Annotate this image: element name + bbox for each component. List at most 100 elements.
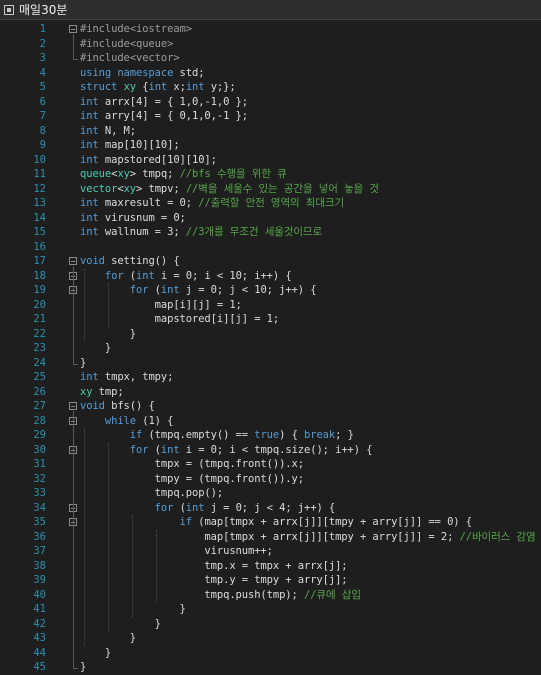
collapse-toggle-icon[interactable] xyxy=(69,25,77,33)
code-line[interactable]: 24} xyxy=(0,356,541,371)
code-line[interactable]: 16 xyxy=(0,240,541,255)
code-text[interactable]: tmp.y = tmpy + arry[j]; xyxy=(80,573,347,588)
code-line[interactable]: 15 int wallnum = 3; //3개를 무조건 세울것이므로 xyxy=(0,225,541,240)
code-line[interactable]: 44 } xyxy=(0,646,541,661)
code-text[interactable]: struct xy {int x;int y;}; xyxy=(80,80,236,95)
code-text[interactable]: map[tmpx + arrx[j]][tmpy + arry[j]] = 2;… xyxy=(80,530,535,545)
code-line[interactable]: 28 while (1) { xyxy=(0,414,541,429)
code-editor[interactable]: 1 #include<iostream> 2 #include<queue> 3 #inc… xyxy=(0,20,541,675)
code-text[interactable]: map[i][j] = 1; xyxy=(80,298,242,313)
code-text[interactable]: tmp.x = tmpx + arrx[j]; xyxy=(80,559,347,574)
code-line[interactable]: 13 int maxresult = 0; //출력할 안전 영역의 최대크기 xyxy=(0,196,541,211)
code-line[interactable]: 45} xyxy=(0,660,541,675)
code-text[interactable]: xy tmp; xyxy=(80,385,124,400)
code-text[interactable]: int arry[4] = { 0,1,0,-1 }; xyxy=(80,109,248,124)
code-line[interactable]: 7 int arry[4] = { 0,1,0,-1 }; xyxy=(0,109,541,124)
code-line[interactable]: 38 tmp.x = tmpx + arrx[j]; xyxy=(0,559,541,574)
code-text[interactable]: #include<vector> xyxy=(80,51,180,66)
code-text[interactable]: } xyxy=(80,660,86,675)
code-line[interactable]: 42 } xyxy=(0,617,541,632)
code-line[interactable]: 27 void bfs() { xyxy=(0,399,541,414)
code-text[interactable]: int mapstored[10][10]; xyxy=(80,153,217,168)
line-number: 2 xyxy=(39,37,46,50)
code-text[interactable]: vector<xy> tmpv; //벽을 세울수 있는 공간을 넣어 놓을 것 xyxy=(80,182,379,197)
code-text[interactable]: tmpq.pop(); xyxy=(80,486,224,501)
code-text[interactable]: for (int j = 0; j < 10; j++) { xyxy=(80,283,317,298)
code-text[interactable]: for (int i = 0; i < tmpq.size(); i++) { xyxy=(80,443,373,458)
collapse-toggle-icon[interactable] xyxy=(69,257,77,265)
code-text[interactable]: void setting() { xyxy=(80,254,180,269)
code-line[interactable]: 34 for (int j = 0; j < 4; j++) { xyxy=(0,501,541,516)
line-number: 26 xyxy=(33,385,46,398)
code-text[interactable]: } xyxy=(80,341,111,356)
code-line[interactable]: 35 if (map[tmpx + arrx[j]][tmpy + arry[j… xyxy=(0,515,541,530)
code-line[interactable]: 36 map[tmpx + arrx[j]][tmpy + arry[j]] =… xyxy=(0,530,541,545)
code-line[interactable]: 39 tmp.y = tmpy + arry[j]; xyxy=(0,573,541,588)
code-line[interactable]: 2 #include<queue> xyxy=(0,37,541,52)
code-line[interactable]: 6 int arrx[4] = { 1,0,-1,0 }; xyxy=(0,95,541,110)
code-text[interactable]: #include<iostream> xyxy=(80,22,192,37)
code-text[interactable]: tmpx = (tmpq.front()).x; xyxy=(80,457,304,472)
code-line[interactable]: 43 } xyxy=(0,631,541,646)
code-text[interactable]: } xyxy=(80,646,111,661)
code-line[interactable]: 10 int mapstored[10][10]; xyxy=(0,153,541,168)
code-line[interactable]: 33 tmpq.pop(); xyxy=(0,486,541,501)
code-text[interactable]: using namespace std; xyxy=(80,66,205,81)
code-line[interactable]: 18 for (int i = 0; i < 10; i++) { xyxy=(0,269,541,284)
code-text[interactable]: tmpy = (tmpq.front()).y; xyxy=(80,472,304,487)
code-text[interactable]: } xyxy=(80,327,136,342)
code-text[interactable]: if (map[tmpx + arrx[j]][tmpy + arry[j]] … xyxy=(80,515,473,530)
code-line[interactable]: 21 mapstored[i][j] = 1; xyxy=(0,312,541,327)
code-token: int xyxy=(160,443,186,456)
code-line[interactable]: 11 queue<xy> tmpq; //bfs 수행을 위한 큐 xyxy=(0,167,541,182)
code-text[interactable]: int map[10][10]; xyxy=(80,138,180,153)
code-line[interactable]: 20 map[i][j] = 1; xyxy=(0,298,541,313)
code-line[interactable]: 32 tmpy = (tmpq.front()).y; xyxy=(0,472,541,487)
code-text[interactable]: } xyxy=(80,356,86,371)
code-text[interactable]: int arrx[4] = { 1,0,-1,0 }; xyxy=(80,95,248,110)
code-text[interactable]: mapstored[i][j] = 1; xyxy=(80,312,280,327)
code-line[interactable]: 12 vector<xy> tmpv; //벽을 세울수 있는 공간을 넣어 놓을… xyxy=(0,182,541,197)
code-text[interactable]: } xyxy=(80,617,161,632)
code-line[interactable]: 26 xy tmp; xyxy=(0,385,541,400)
code-line[interactable]: 3 #include<vector> xyxy=(0,51,541,66)
code-line[interactable]: 30 for (int i = 0; i < tmpq.size(); i++)… xyxy=(0,443,541,458)
code-line[interactable]: 23 } xyxy=(0,341,541,356)
code-line[interactable]: 40 tmpq.push(tmp); //큐에 삽입 xyxy=(0,588,541,603)
code-text[interactable]: if (tmpq.empty() == true) { break; } xyxy=(80,428,354,443)
code-text[interactable]: for (int j = 0; j < 4; j++) { xyxy=(80,501,336,516)
code-line[interactable]: 19 for (int j = 0; j < 10; j++) { xyxy=(0,283,541,298)
line-number: 12 xyxy=(33,182,46,195)
code-line[interactable]: 29 if (tmpq.empty() == true) { break; } xyxy=(0,428,541,443)
code-text[interactable]: int virusnum = 0; xyxy=(80,211,186,226)
code-text[interactable]: } xyxy=(80,631,136,646)
code-line[interactable]: 5 struct xy {int x;int y;}; xyxy=(0,80,541,95)
code-text[interactable]: while (1) { xyxy=(80,414,174,429)
code-token: } xyxy=(80,617,161,630)
code-line[interactable]: 4 using namespace std; xyxy=(0,66,541,81)
code-line[interactable]: 25 int tmpx, tmpy; xyxy=(0,370,541,385)
collapse-toggle-icon[interactable] xyxy=(69,402,77,410)
code-text[interactable]: int wallnum = 3; //3개를 무조건 세울것이므로 xyxy=(80,225,322,240)
code-text[interactable]: #include<queue> xyxy=(80,37,173,52)
code-line[interactable]: 31 tmpx = (tmpq.front()).x; xyxy=(0,457,541,472)
code-text[interactable]: queue<xy> tmpq; //bfs 수행을 위한 큐 xyxy=(80,167,287,182)
code-text[interactable]: int tmpx, tmpy; xyxy=(80,370,173,385)
code-text[interactable]: for (int i = 0; i < 10; i++) { xyxy=(80,269,292,284)
code-line[interactable]: 8 int N, M; xyxy=(0,124,541,139)
code-line[interactable]: 1 #include<iostream> xyxy=(0,22,541,37)
code-token: i = 0; i < tmpq.size(); i++) { xyxy=(185,443,373,456)
code-text[interactable]: int N, M; xyxy=(80,124,136,139)
code-line[interactable]: 9 int map[10][10]; xyxy=(0,138,541,153)
code-line[interactable]: 14 int virusnum = 0; xyxy=(0,211,541,226)
code-text[interactable]: tmpq.push(tmp); //큐에 삽입 xyxy=(80,588,361,603)
code-text[interactable]: int maxresult = 0; //출력할 안전 영역의 최대크기 xyxy=(80,196,344,211)
code-token: #include<queue> xyxy=(80,37,174,50)
code-line[interactable]: 37 virusnum++; xyxy=(0,544,541,559)
code-line[interactable]: 41 } xyxy=(0,602,541,617)
code-line[interactable]: 22 } xyxy=(0,327,541,342)
code-line[interactable]: 17 void setting() { xyxy=(0,254,541,269)
code-text[interactable]: void bfs() { xyxy=(80,399,155,414)
code-token: xy xyxy=(123,182,137,195)
